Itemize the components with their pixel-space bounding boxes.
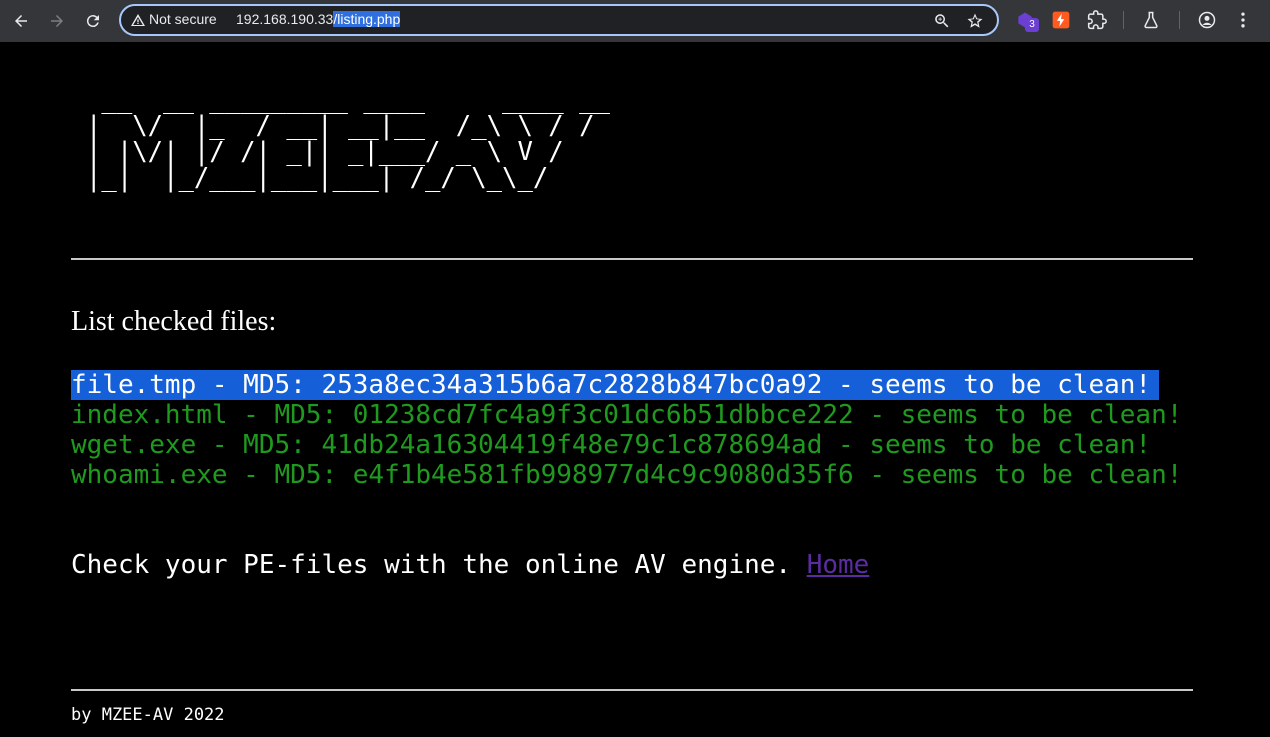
puzzle-icon[interactable] xyxy=(1087,10,1107,30)
checked-files-list: file.tmp - MD5: 253a8ec34a315b6a7c2828b8… xyxy=(71,370,1190,490)
file-result-line: whoami.exe - MD5: e4f1b4e581fb998977d4c9… xyxy=(71,460,1190,490)
security-label[interactable]: Not secure xyxy=(149,11,217,27)
profile-icon[interactable] xyxy=(1197,10,1217,30)
bookmark-star-icon[interactable] xyxy=(966,12,984,30)
extension-badge: 3 xyxy=(1025,18,1039,32)
reload-icon xyxy=(86,15,99,28)
toolbar-separator xyxy=(1179,11,1180,29)
page-heading: List checked files: xyxy=(71,306,277,337)
url-text[interactable]: 192.168.190.33/listing.php xyxy=(236,11,401,27)
file-result-text: file.tmp - MD5: 253a8ec34a315b6a7c2828b8… xyxy=(71,370,1160,400)
file-result-text: wget.exe - MD5: 41db24a16304419f48e79c1c… xyxy=(71,430,1152,460)
file-result-line: file.tmp - MD5: 253a8ec34a315b6a7c2828b8… xyxy=(71,370,1190,400)
file-result-line: wget.exe - MD5: 41db24a16304419f48e79c1c… xyxy=(71,430,1190,460)
zoom-icon[interactable] xyxy=(933,12,951,30)
url-host: 192.168.190.33 xyxy=(236,11,334,27)
bolt-extension-icon[interactable] xyxy=(1051,10,1071,30)
flask-icon[interactable] xyxy=(1141,10,1161,30)
toolbar-separator xyxy=(1123,11,1124,29)
browser-toolbar: Not secure 192.168.190.33/listing.php 3 xyxy=(0,0,1270,42)
forward-icon xyxy=(51,15,63,27)
page-content: __ __ _________ ____ ____ __ | \/ |_ / _… xyxy=(0,42,1270,737)
kebab-menu-icon[interactable] xyxy=(1233,10,1253,30)
forward-button[interactable] xyxy=(43,7,71,35)
back-icon xyxy=(15,15,27,27)
url-path-selected: /listing.php xyxy=(333,11,401,27)
file-result-text: index.html - MD5: 01238cd7fc4a9f3c01dc6b… xyxy=(71,400,1183,430)
reload-button[interactable] xyxy=(79,7,107,35)
file-result-line: index.html - MD5: 01238cd7fc4a9f3c01dc6b… xyxy=(71,400,1190,430)
top-divider xyxy=(71,258,1193,260)
cta-line: Check your PE-files with the online AV e… xyxy=(71,550,869,580)
home-link[interactable]: Home xyxy=(807,550,870,580)
warning-icon xyxy=(131,14,145,26)
file-result-text: whoami.exe - MD5: e4f1b4e581fb998977d4c9… xyxy=(71,460,1183,490)
address-bar[interactable]: Not secure 192.168.190.33/listing.php xyxy=(119,4,999,36)
footer-text: by MZEE-AV 2022 xyxy=(71,705,225,725)
back-button[interactable] xyxy=(7,7,35,35)
bottom-divider xyxy=(71,689,1193,691)
ascii-logo: __ __ _________ ____ ____ __ | \/ |_ / _… xyxy=(86,85,610,193)
cta-text: Check your PE-files with the online AV e… xyxy=(71,550,807,580)
